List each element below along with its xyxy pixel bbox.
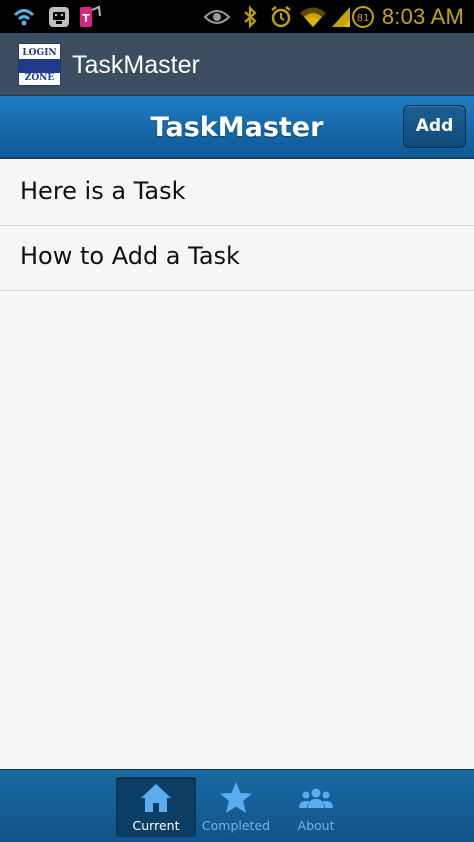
svg-text:81: 81 (357, 13, 370, 24)
status-time: 8:03 AM (381, 4, 464, 29)
signal-icon (330, 4, 352, 29)
add-task-button[interactable]: Add (403, 105, 466, 148)
task-item-here-is-a-task[interactable]: Here is a Task (0, 161, 474, 226)
home-icon (116, 781, 196, 815)
logo-band (19, 59, 60, 73)
tab-about[interactable]: About (276, 777, 356, 837)
bluetooth-icon (240, 4, 260, 29)
task-item-how-to-add-a-task[interactable]: How to Add a Task (0, 226, 474, 291)
action-bar: LOGIN ZONE TaskMaster (0, 33, 474, 96)
app-title: TaskMaster (72, 51, 200, 79)
tab-about-label: About (297, 818, 335, 833)
notification-icon (46, 4, 72, 29)
page-header: TaskMaster Add (0, 96, 474, 159)
people-icon (276, 781, 356, 815)
battery-icon: 81 (350, 4, 376, 29)
logo-text-top: LOGIN (22, 48, 57, 58)
tab-completed[interactable]: Completed (196, 777, 276, 837)
t-mobile-icon: T (78, 4, 102, 29)
task-item-label: How to Add a Task (20, 242, 240, 270)
tab-current[interactable]: Current (116, 777, 196, 837)
status-bar: T 81 8:03 AM (0, 0, 474, 33)
logo-text-bottom: ZONE (24, 73, 55, 83)
svg-text:T: T (82, 12, 90, 25)
tab-current-label: Current (132, 818, 180, 833)
screen: T 81 8:03 AM LOGIN ZONE TaskMaster TaskM… (0, 0, 474, 842)
task-item-label: Here is a Task (20, 177, 186, 205)
task-list: Here is a Task How to Add a Task (0, 161, 474, 291)
app-logo[interactable]: LOGIN ZONE (18, 43, 61, 86)
wifi-icon (298, 4, 328, 29)
star-icon (196, 781, 276, 815)
eye-icon (203, 4, 231, 29)
alarm-icon (268, 4, 294, 29)
footer-navbar: Current Completed About (0, 769, 474, 842)
tab-completed-label: Completed (201, 818, 271, 833)
wifi-calling-icon (10, 4, 38, 29)
